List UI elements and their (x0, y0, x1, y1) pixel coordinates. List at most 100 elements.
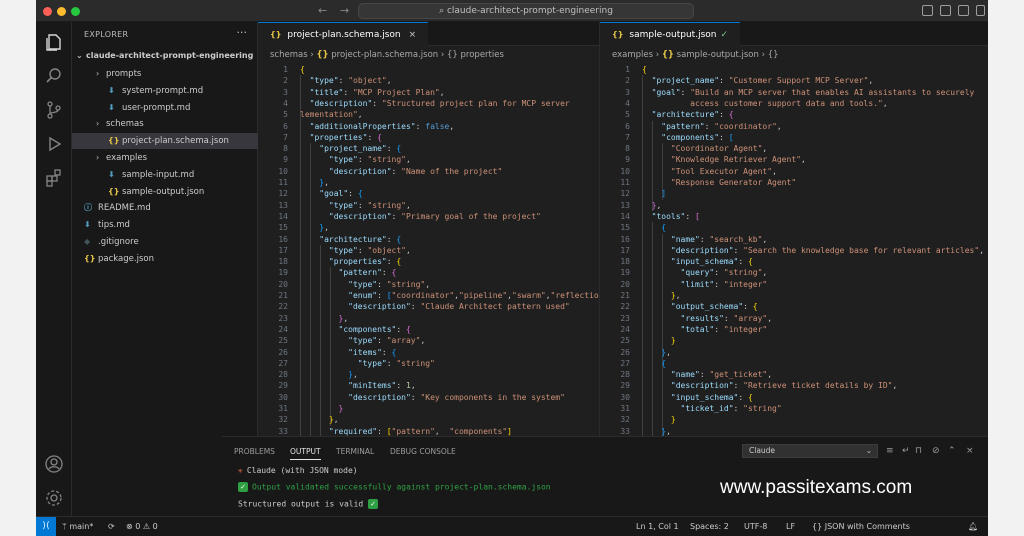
cursor-position[interactable]: Ln 1, Col 1 (636, 522, 679, 531)
tree-item-sample-input-md[interactable]: ⬇ sample-input.md (72, 167, 258, 183)
code-line: "type": "string", (348, 279, 431, 289)
close-panel-icon[interactable]: × (966, 446, 974, 456)
code-line: }, (319, 178, 329, 187)
braces-icon: {} (812, 522, 825, 531)
extensions-icon[interactable] (44, 168, 64, 188)
toggle-secondary-sidebar-icon[interactable] (958, 5, 969, 16)
code-line: "results": "array", (680, 313, 773, 323)
chevron-right-icon: › (96, 119, 100, 129)
sync-icon[interactable]: ⟳ (108, 522, 115, 531)
clear-output-icon[interactable]: ⊘ (932, 446, 940, 456)
line-number: 3 (625, 87, 630, 97)
chevron-right-icon: › (96, 153, 100, 162)
code-line: "Coordinator Agent", (670, 144, 768, 154)
line-number: 21 (278, 291, 288, 300)
code-line: "properties": { (328, 257, 402, 267)
tree-item-label: .gitignore (98, 237, 139, 247)
tree-item-label: README.md (98, 203, 151, 214)
breadcrumb: schemas › {} project-plan.schema.json › … (258, 50, 599, 60)
language-mode[interactable]: {} JSON with Comments (812, 522, 910, 531)
tree-item-project-plan-schema-json[interactable]: {} project-plan.schema.json (72, 133, 258, 150)
explorer-files-icon[interactable] (44, 32, 64, 52)
title-bar: ← → ⌕ claude-architect-prompt-engineerin… (36, 0, 988, 22)
toggle-panel-icon[interactable] (940, 5, 951, 16)
tree-item-system-prompt-md[interactable]: ⬇ system-prompt.md (72, 83, 258, 99)
forward-arrow-icon[interactable]: → (340, 4, 349, 17)
line-number: 13 (620, 200, 630, 210)
minimize-window-button[interactable] (57, 7, 66, 16)
breadcrumb-item[interactable]: sample-output.json (677, 50, 759, 60)
indentation[interactable]: Spaces: 2 (690, 522, 729, 531)
word-wrap-icon[interactable]: ↵ (902, 446, 910, 456)
code-line: { (300, 65, 305, 74)
tab-project-plan-schema[interactable]: {} project-plan.schema.json × (258, 22, 429, 46)
tree-item-sample-output-json[interactable]: {} sample-output.json (72, 184, 258, 200)
run-debug-icon[interactable] (44, 134, 64, 154)
warning-icon: ⚠ (142, 522, 153, 531)
maximize-panel-icon[interactable]: ⌃ (948, 446, 956, 456)
settings-gear-icon[interactable] (44, 488, 64, 508)
tab-debug-console[interactable]: DEBUG CONSOLE (390, 447, 456, 456)
list-filter-icon[interactable]: ≡ (886, 446, 894, 456)
breadcrumb-item[interactable]: {} (768, 50, 779, 60)
close-window-button[interactable] (43, 7, 52, 16)
tab-terminal[interactable]: TERMINAL (336, 447, 374, 456)
check-icon: ✓ (368, 499, 379, 509)
tree-item-readme-md[interactable]: ⓘ README.md (72, 200, 258, 216)
code-line: "tools": [ (651, 211, 700, 221)
tab-sample-output[interactable]: {} sample-output.json ✓ (600, 22, 741, 46)
code-line: "limit": "integer" (680, 279, 768, 289)
tab-problems[interactable]: PROBLEMS (234, 447, 275, 456)
tab-output[interactable]: OUTPUT (290, 447, 321, 460)
remote-indicator-icon[interactable]: ⟩⟨ (36, 517, 56, 536)
code-line: "properties": { (309, 132, 382, 142)
source-control-icon[interactable] (44, 100, 64, 120)
code-line: "ticket_id": "string" (680, 404, 782, 413)
tree-item-schemas[interactable]: › schemas (72, 116, 258, 132)
line-number: 6 (625, 121, 630, 131)
toggle-sidebar-icon[interactable] (922, 5, 933, 16)
branch-indicator[interactable]: ᛘ main* (62, 522, 93, 531)
command-center-search[interactable]: ⌕ claude-architect-prompt-engineering (358, 3, 694, 19)
breadcrumb-item[interactable]: schemas (270, 50, 308, 60)
end-of-line[interactable]: LF (786, 522, 795, 531)
tree-item-prompts[interactable]: › prompts (72, 66, 258, 82)
line-number: 19 (278, 268, 288, 278)
breadcrumb-item[interactable]: project-plan.schema.json (331, 50, 438, 60)
code-line: "type": "string", (328, 155, 411, 165)
code-line: "description": "Search the knowledge bas… (670, 245, 985, 255)
problems-indicator[interactable]: ⊗ 0 ⚠ 0 (126, 522, 158, 531)
tree-item-examples[interactable]: › examples (72, 150, 258, 166)
back-arrow-icon[interactable]: ← (318, 4, 327, 17)
output-channel-select[interactable]: Claude ⌄ (742, 444, 878, 458)
line-number: 8 (283, 144, 288, 154)
search-icon: ⌕ (439, 6, 447, 16)
line-number: 20 (278, 279, 288, 289)
tree-item-user-prompt-md[interactable]: ⬇ user-prompt.md (72, 100, 258, 116)
tree-item--gitignore[interactable]: ◆ .gitignore (72, 234, 258, 250)
customize-layout-icon[interactable] (976, 5, 985, 16)
activity-bar (36, 22, 72, 516)
command-center-label: claude-architect-prompt-engineering (446, 6, 613, 16)
line-number: 14 (620, 211, 630, 221)
close-icon[interactable]: × (409, 30, 417, 40)
accounts-icon[interactable] (44, 454, 64, 474)
notifications-bell-icon[interactable]: 🔔︎ (968, 522, 978, 531)
search-icon[interactable] (44, 66, 64, 86)
encoding[interactable]: UTF-8 (744, 522, 767, 531)
line-number: 7 (625, 132, 630, 142)
maximize-window-button[interactable] (71, 7, 80, 16)
breadcrumb-item[interactable]: properties (461, 50, 504, 60)
workspace-root-folder[interactable]: ⌄ claude-architect-prompt-engineering (72, 48, 258, 64)
info-file-icon: ⓘ (84, 203, 92, 213)
breadcrumb-item[interactable]: examples (612, 50, 653, 60)
tree-item-label: package.json (98, 253, 154, 264)
line-number: 28 (620, 370, 630, 380)
more-actions-icon[interactable]: ··· (237, 26, 248, 39)
object-icon: {} (447, 50, 458, 60)
lock-icon[interactable]: ⊓ (915, 446, 922, 456)
code-line: } (338, 404, 344, 413)
code-line: lementation", (300, 110, 363, 120)
tree-item-tips-md[interactable]: ⬇ tips.md (72, 217, 258, 233)
tree-item-package-json[interactable]: {} package.json (72, 251, 258, 267)
